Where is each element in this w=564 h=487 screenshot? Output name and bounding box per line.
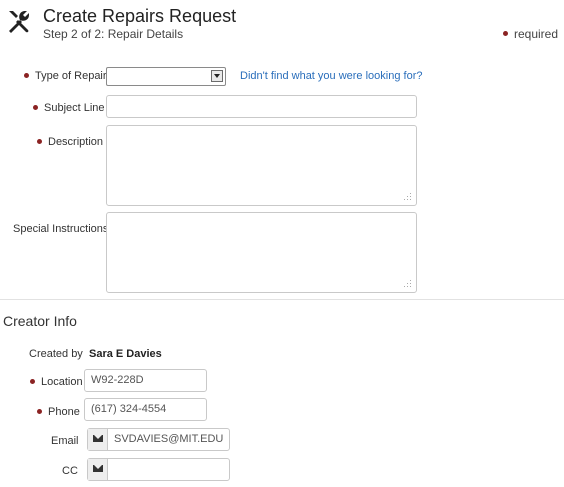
required-legend-text: required: [513, 27, 558, 41]
page-title: Create Repairs Request: [43, 6, 237, 26]
subject-line-label: Subject Line: [33, 102, 105, 114]
resize-grip-icon[interactable]: [403, 192, 412, 201]
email-input-value: SVDAVIES@MIT.EDU: [114, 433, 224, 445]
created-by-label: Created by: [29, 348, 83, 360]
type-of-repair-label-text: Type of Repair: [35, 70, 107, 82]
required-dot-icon: [33, 104, 38, 110]
location-input-value: W92-228D: [91, 374, 144, 386]
location-label: Location: [30, 376, 83, 388]
required-dot-icon: [37, 138, 42, 144]
section-divider: [0, 299, 564, 300]
description-label-text: Description: [48, 136, 104, 148]
phone-input[interactable]: (617) 324-4554: [84, 398, 207, 421]
type-of-repair-label: Type of Repair: [24, 70, 107, 82]
tools-icon: [9, 11, 29, 33]
required-legend: required: [502, 27, 558, 41]
special-instructions-textarea[interactable]: [106, 212, 417, 293]
required-dot-icon: [37, 408, 42, 414]
subject-line-input[interactable]: [106, 95, 417, 118]
email-input[interactable]: SVDAVIES@MIT.EDU: [87, 428, 230, 451]
created-by-value: Sara E Davies: [89, 348, 162, 360]
cc-input[interactable]: [87, 458, 230, 481]
cc-label: CC: [62, 465, 78, 477]
description-textarea[interactable]: [106, 125, 417, 206]
location-input[interactable]: W92-228D: [84, 369, 207, 392]
resize-grip-icon[interactable]: [403, 279, 412, 288]
email-label: Email: [51, 435, 79, 447]
required-dot-icon: [30, 378, 35, 384]
required-dot-icon: [502, 31, 508, 37]
phone-label: Phone: [37, 406, 80, 418]
envelope-glyph-icon: [93, 435, 103, 442]
envelope-glyph-icon: [93, 465, 103, 472]
creator-info-heading: Creator Info: [3, 313, 77, 329]
phone-label-text: Phone: [48, 406, 80, 418]
envelope-icon: [88, 429, 108, 450]
required-dot-icon: [24, 72, 29, 78]
help-link[interactable]: Didn't find what you were looking for?: [240, 70, 422, 82]
phone-input-value: (617) 324-4554: [91, 403, 167, 415]
location-label-text: Location: [41, 376, 83, 388]
dropdown-arrow-icon[interactable]: [211, 70, 223, 82]
special-instructions-label: Special Instructions: [13, 223, 109, 235]
envelope-icon: [88, 459, 108, 480]
type-of-repair-select[interactable]: [106, 67, 226, 86]
step-indicator: Step 2 of 2: Repair Details: [43, 27, 184, 41]
subject-line-label-text: Subject Line: [44, 102, 105, 114]
description-label: Description: [37, 136, 103, 148]
